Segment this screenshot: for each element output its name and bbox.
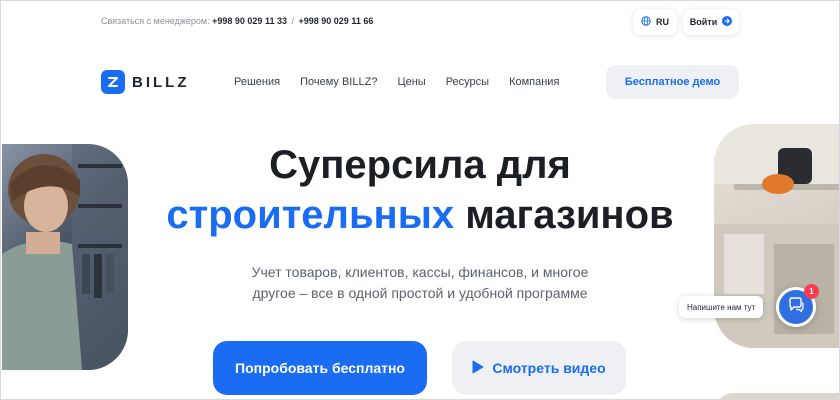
globe-icon [641, 16, 651, 28]
nav-item-resources[interactable]: Ресурсы [446, 76, 489, 88]
main-nav: Решения Почему BILLZ? Цены Ресурсы Компа… [234, 76, 559, 88]
phone-link-1[interactable]: +998 90 029 11 33 [212, 16, 287, 26]
language-label: RU [656, 17, 669, 27]
nav-item-solutions[interactable]: Решения [234, 76, 280, 88]
phone-link-2[interactable]: +998 90 029 11 66 [299, 16, 374, 26]
billz-logo[interactable]: BILLZ [101, 70, 190, 94]
watch-video-label: Смотреть видео [492, 360, 606, 376]
login-label: Войти [689, 17, 718, 27]
hero-title-rest: магазинов [465, 193, 674, 237]
logo-mark-icon [101, 70, 125, 94]
hero-title: Суперсила для строительных магазинов [0, 140, 840, 240]
nav-item-why-billz[interactable]: Почему BILLZ? [300, 76, 377, 88]
watch-video-button[interactable]: Смотреть видео [452, 341, 626, 395]
hero-title-line2: строительных магазинов [0, 190, 840, 240]
arrow-right-circle-icon [722, 16, 733, 28]
phone-separator: / [291, 16, 294, 26]
hero-title-accent: строительных [166, 193, 455, 237]
try-free-button[interactable]: Попробовать бесплатно [213, 341, 427, 395]
nav-item-company[interactable]: Компания [509, 76, 559, 88]
nav-item-prices[interactable]: Цены [397, 76, 425, 88]
hero-photo-right-bottom [714, 393, 840, 400]
login-button[interactable]: Войти [683, 9, 739, 35]
play-icon [472, 360, 484, 377]
chat-bubble-icon [786, 295, 806, 320]
hero-subtitle-line1: Учет товаров, клиентов, кассы, финансов,… [251, 264, 589, 280]
hero-title-line1: Суперсила для [269, 143, 571, 187]
contact-info: Связаться с менеджером: +998 90 029 11 3… [101, 16, 373, 26]
top-bar: Связаться с менеджером: +998 90 029 11 3… [0, 0, 840, 44]
chat-notification-badge: 1 [804, 284, 819, 299]
chat-tooltip[interactable]: Напишите нам тут [679, 296, 764, 318]
contact-label: Связаться с менеджером: [101, 16, 210, 26]
language-switcher[interactable]: RU [633, 9, 677, 35]
logo-text: BILLZ [132, 73, 190, 91]
free-demo-button[interactable]: Бесплатное демо [606, 65, 739, 99]
